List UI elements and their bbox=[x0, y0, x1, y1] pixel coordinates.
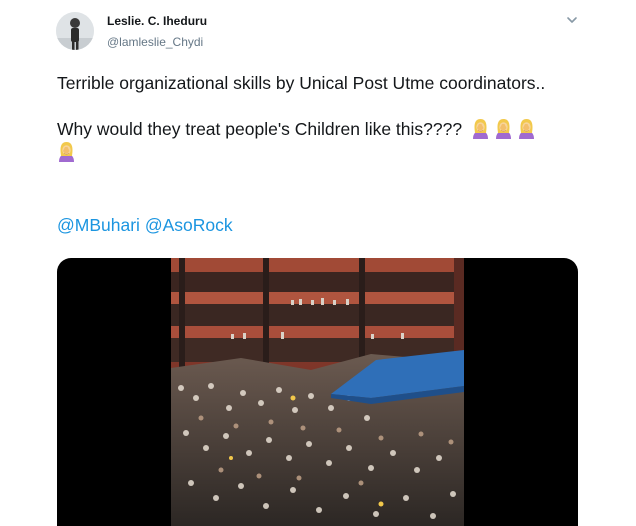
chevron-down-icon[interactable] bbox=[566, 14, 578, 26]
woman-facepalming-icon bbox=[495, 119, 511, 139]
tweet-card: Leslie. C. Iheduru @lamleslie_Chydi Terr… bbox=[0, 0, 636, 526]
mention-mbuhari[interactable]: @MBuhari bbox=[57, 215, 140, 235]
tweet-text-line-2: Why would they treat people's Children l… bbox=[57, 118, 577, 164]
avatar[interactable] bbox=[56, 12, 94, 50]
tweet-text: Terrible organizational skills by Unical… bbox=[57, 72, 577, 164]
mentions: @MBuhari @AsoRock bbox=[57, 214, 233, 237]
avatar-photo bbox=[56, 12, 94, 50]
mention-asorock[interactable]: @AsoRock bbox=[145, 215, 233, 235]
author-handle[interactable]: @lamleslie_Chydi bbox=[107, 35, 203, 49]
author-name[interactable]: Leslie. C. Iheduru bbox=[107, 14, 207, 28]
woman-facepalming-icon bbox=[59, 142, 74, 162]
video-player[interactable] bbox=[57, 258, 578, 526]
video-thumbnail bbox=[171, 258, 464, 526]
tweet-question: Why would they treat people's Children l… bbox=[57, 119, 463, 139]
woman-facepalming-icon bbox=[472, 119, 488, 139]
tweet-text-line-1: Terrible organizational skills by Unical… bbox=[57, 73, 546, 93]
woman-facepalming-icon bbox=[518, 119, 534, 139]
